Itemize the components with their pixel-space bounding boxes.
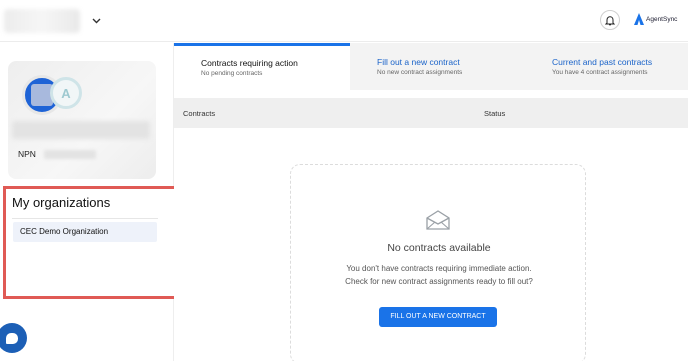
npn-label: NPN xyxy=(18,149,36,159)
organization-selector[interactable] xyxy=(4,7,108,35)
empty-state-line: Check for new contract assignments ready… xyxy=(345,276,533,286)
profile-card: A NPN xyxy=(8,61,156,179)
empty-state-title: No contracts available xyxy=(387,242,491,254)
empty-state-card: No contracts available You don't have co… xyxy=(290,164,586,361)
organization-item[interactable]: CEC Demo Organization xyxy=(13,222,157,242)
fill-out-new-contract-button[interactable]: FILL OUT A NEW CONTRACT xyxy=(379,307,497,327)
tab-current-and-past-contracts[interactable]: Current and past contracts You have 4 co… xyxy=(530,43,688,90)
organization-name-redacted xyxy=(4,9,80,33)
main-content: Contracts requiring action No pending co… xyxy=(174,43,688,361)
sidebar: A NPN My organizations CEC Demo Organiza… xyxy=(0,43,177,361)
empty-state-description: You don't have contracts requiring immed… xyxy=(291,263,587,288)
certification-badge-icon: A xyxy=(50,77,82,109)
agentsync-logo-icon xyxy=(634,13,644,25)
my-organizations-panel: My organizations CEC Demo Organization xyxy=(3,186,177,299)
column-header-status: Status xyxy=(484,109,506,118)
column-header-contracts: Contracts xyxy=(183,109,216,118)
envelope-icon xyxy=(426,210,450,230)
my-organizations-title: My organizations xyxy=(12,195,111,210)
chevron-down-icon[interactable] xyxy=(92,15,101,27)
tab-subtitle: You have 4 contract assignments xyxy=(552,69,648,76)
profile-name-redacted xyxy=(12,121,150,139)
contracts-table-header: Contracts Status xyxy=(174,98,688,128)
top-bar: AgentSync xyxy=(0,0,688,42)
tab-title: Fill out a new contract xyxy=(377,57,460,67)
bell-icon[interactable] xyxy=(600,10,620,30)
chat-bubble-icon[interactable] xyxy=(0,323,27,353)
tab-subtitle: No pending contracts xyxy=(201,70,263,77)
tab-title: Contracts requiring action xyxy=(201,58,298,68)
brand-name: AgentSync xyxy=(646,15,678,23)
divider xyxy=(12,218,158,219)
tab-title: Current and past contracts xyxy=(552,57,653,67)
brand-logo: AgentSync xyxy=(634,13,677,25)
npn-row: NPN xyxy=(18,149,96,159)
tab-fill-out-new-contract[interactable]: Fill out a new contract No new contract … xyxy=(350,43,530,90)
npn-value-redacted xyxy=(43,149,96,159)
contract-tabs: Contracts requiring action No pending co… xyxy=(174,43,688,90)
tab-contracts-requiring-action[interactable]: Contracts requiring action No pending co… xyxy=(174,43,350,90)
tab-subtitle: No new contract assignments xyxy=(377,69,463,76)
empty-state-line: You don't have contracts requiring immed… xyxy=(346,264,532,273)
